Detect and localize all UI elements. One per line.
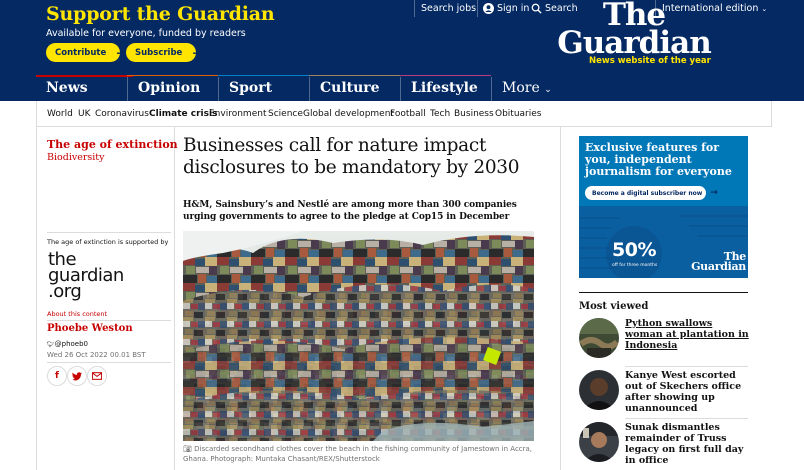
divider bbox=[625, 366, 748, 367]
python-photo bbox=[579, 318, 619, 358]
arrow-right-icon: → bbox=[192, 45, 203, 60]
about-content-link[interactable]: About this content bbox=[47, 310, 107, 318]
ad-logo-line2: Guardian bbox=[691, 260, 746, 273]
most-viewed-headline: Kanye West escorted out of Skechers offi… bbox=[625, 370, 742, 414]
ad-discount: 50% bbox=[612, 239, 656, 261]
most-viewed-thumbnail bbox=[579, 318, 619, 358]
twitter-icon bbox=[72, 371, 82, 380]
divider bbox=[477, 0, 478, 17]
camera-icon: 📷︎ bbox=[183, 445, 192, 453]
tagline: News website of the year bbox=[589, 56, 711, 66]
series-subtitle[interactable]: Biodiversity bbox=[47, 152, 105, 163]
divider bbox=[560, 127, 561, 470]
most-viewed-headline: Sunak dismantles remainder of Truss lega… bbox=[625, 422, 744, 466]
twitter-handle: @phoeb0 bbox=[54, 340, 88, 348]
most-viewed-item[interactable]: Python swallows woman at plantation in I… bbox=[579, 318, 749, 370]
search-jobs-label: Search jobs bbox=[421, 3, 477, 14]
divider bbox=[579, 292, 748, 293]
search-icon bbox=[531, 3, 542, 14]
divider bbox=[47, 232, 171, 233]
pillar-lifestyle[interactable]: Lifestyle bbox=[400, 77, 491, 101]
guardian-logo[interactable]: The Guardian bbox=[549, 0, 719, 61]
facebook-icon: f bbox=[55, 371, 59, 381]
most-viewed-item[interactable]: Kanye West escorted out of Skechers offi… bbox=[579, 366, 748, 422]
author-twitter[interactable]: 🐦︎@phoeb0 bbox=[47, 340, 88, 348]
author-name[interactable]: Phoebe Weston bbox=[47, 323, 133, 334]
subnav-football[interactable]: Football bbox=[390, 109, 426, 119]
ad-subscribe-button[interactable]: Become a digital subscriber now → bbox=[585, 186, 718, 200]
subscribe-label: Subscribe bbox=[135, 47, 183, 58]
most-viewed-item[interactable]: Sunak dismantles remainder of Truss lega… bbox=[579, 418, 748, 470]
subnav-climate-crisis[interactable]: Climate crisis bbox=[149, 109, 217, 119]
pillar-indicator bbox=[218, 75, 309, 76]
image-caption: 📷︎ Discarded secondhand clothes cover th… bbox=[183, 444, 543, 464]
series-title[interactable]: The age of extinction bbox=[47, 138, 178, 151]
subnav-obituaries[interactable]: Obituaries bbox=[495, 109, 541, 119]
supported-by-text: The age of extinction is supported by bbox=[47, 238, 169, 246]
support-title[interactable]: Support the Guardian bbox=[46, 3, 275, 25]
pillar-sport[interactable]: Sport bbox=[218, 77, 309, 101]
pillar-opinion[interactable]: Opinion bbox=[127, 77, 218, 101]
divider bbox=[625, 418, 748, 419]
email-icon bbox=[92, 372, 102, 380]
divider bbox=[47, 362, 171, 363]
caption-text: Discarded secondhand clothes cover the b… bbox=[183, 445, 533, 463]
subnav-uk[interactable]: UK bbox=[78, 109, 91, 119]
subnav-global-development[interactable]: Global development bbox=[303, 109, 394, 119]
clothes-beach-photo bbox=[183, 231, 534, 441]
share-twitter-button[interactable] bbox=[67, 366, 87, 386]
most-viewed-headline: Python swallows woman at plantation in I… bbox=[625, 318, 749, 351]
twitter-icon: 🐦︎ bbox=[47, 341, 55, 348]
subnav-tech[interactable]: Tech bbox=[430, 109, 450, 119]
pillar-culture[interactable]: Culture bbox=[309, 77, 400, 101]
contribute-button[interactable]: Contribute → bbox=[46, 43, 126, 62]
search-jobs-link[interactable]: Search jobs bbox=[421, 3, 476, 14]
subnav-environment[interactable]: Environment bbox=[209, 109, 266, 119]
sunak-photo bbox=[579, 422, 619, 462]
sign-in-link[interactable]: Sign in bbox=[483, 3, 529, 14]
support-subtitle: Available for everyone, funded by reader… bbox=[46, 28, 246, 39]
subnav-world[interactable]: World bbox=[47, 109, 73, 119]
subscribe-button[interactable]: Subscribe → bbox=[126, 43, 202, 62]
arrow-right-icon: → bbox=[116, 45, 127, 60]
logo-line2: Guardian bbox=[557, 25, 712, 61]
ad-discount-sub: off for three months bbox=[612, 263, 658, 268]
subnav-business[interactable]: Business bbox=[454, 109, 494, 119]
pillar-indicator bbox=[309, 75, 400, 76]
chevron-down-icon: ⌄ bbox=[761, 4, 768, 13]
divider bbox=[414, 0, 415, 17]
pillar-indicator bbox=[127, 75, 218, 76]
subnav-science[interactable]: Science bbox=[268, 109, 303, 119]
sign-in-label: Sign in bbox=[497, 3, 530, 14]
arrow-right-icon: → bbox=[710, 188, 718, 198]
publish-date: Wed 26 Oct 2022 00.01 BST bbox=[47, 351, 146, 359]
share-email-button[interactable] bbox=[87, 366, 107, 386]
article-standfirst: H&M, Sainsbury’s and Nestlé are among mo… bbox=[183, 200, 517, 222]
ad-button-label: Become a digital subscriber now bbox=[592, 189, 703, 197]
pillar-more-label: More bbox=[502, 80, 540, 96]
kanye-photo bbox=[579, 370, 619, 410]
ad-guardian-logo: The Guardian bbox=[684, 251, 746, 273]
pillar-more[interactable]: More ⌄ bbox=[491, 77, 571, 101]
chevron-down-icon: ⌄ bbox=[544, 85, 552, 95]
most-viewed-thumbnail bbox=[579, 370, 619, 410]
divider bbox=[47, 320, 171, 321]
contribute-label: Contribute bbox=[55, 47, 107, 58]
article-headline: Businesses call for nature impact disclo… bbox=[183, 135, 520, 178]
ad-headline: Exclusive features for you, independent … bbox=[585, 141, 732, 178]
share-facebook-button[interactable]: f bbox=[47, 366, 67, 386]
subnav-coronavirus[interactable]: Coronavirus bbox=[95, 109, 149, 119]
most-viewed-title: Most viewed bbox=[579, 301, 649, 312]
article-main-image[interactable] bbox=[183, 231, 534, 441]
user-icon bbox=[483, 3, 494, 14]
pillar-news[interactable]: News bbox=[36, 77, 133, 101]
pillar-indicator bbox=[400, 75, 491, 76]
subnav: World UK Coronavirus Climate crisis Envi… bbox=[36, 101, 772, 127]
guardian-org-logo[interactable]: the guardian .org bbox=[48, 251, 128, 302]
org-logo-line3: .org bbox=[48, 281, 82, 302]
most-viewed-thumbnail bbox=[579, 422, 619, 462]
